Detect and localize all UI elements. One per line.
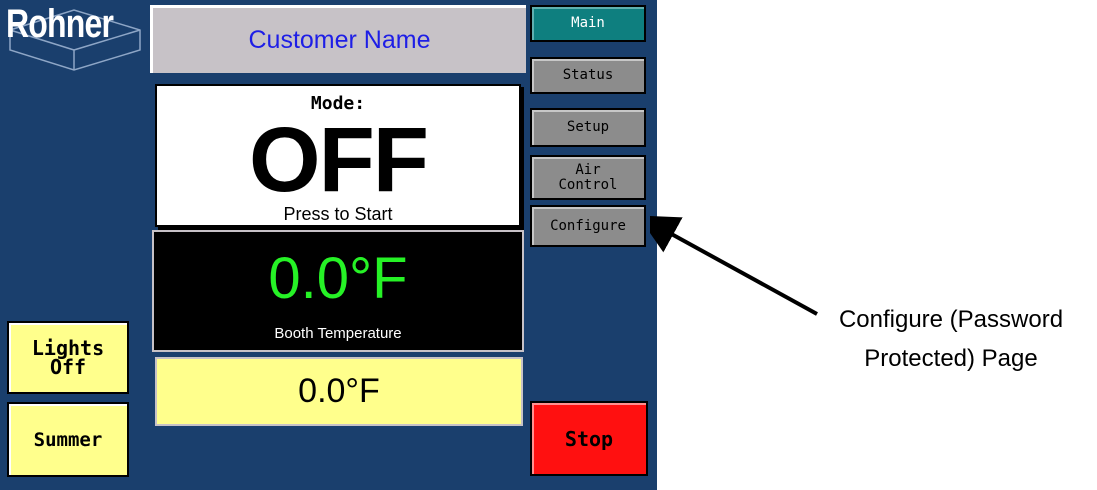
temperature-setpoint-field[interactable]: 0.0°F (155, 357, 523, 426)
mode-start-button[interactable]: Mode: OFF Press to Start (155, 84, 521, 227)
nav-air-control-button[interactable]: Air Control (530, 155, 646, 200)
nav-main-button[interactable]: Main (530, 5, 646, 42)
callout-line2: Protected) Page (864, 345, 1038, 372)
hmi-panel: Rohner Customer Name Mode: OFF Press to … (0, 0, 657, 490)
booth-temperature-value: 0.0°F (268, 246, 408, 311)
rohner-logo: Rohner (0, 0, 148, 72)
air-control-line1: Air (575, 161, 601, 178)
callout-annotation: Configure (Password Protected) Page (806, 300, 1096, 378)
nav-configure-button[interactable]: Configure (530, 205, 646, 247)
nav-status-button[interactable]: Status (530, 57, 646, 94)
customer-name-banner: Customer Name (150, 5, 526, 73)
booth-temperature-label: Booth Temperature (274, 325, 402, 342)
logo-text: Rohner (6, 2, 114, 46)
summer-button[interactable]: Summer (7, 402, 129, 477)
mode-value: OFF (249, 109, 429, 211)
stop-button[interactable]: Stop (530, 401, 648, 476)
nav-setup-button[interactable]: Setup (530, 108, 646, 147)
lights-off-button[interactable]: Lights Off (7, 321, 129, 394)
air-control-line2: Control (558, 176, 618, 193)
lights-line2: Off (49, 354, 87, 379)
booth-temperature-display: 0.0°F Booth Temperature (152, 230, 524, 352)
callout-arrow-icon (650, 215, 818, 316)
mode-hint: Press to Start (283, 204, 393, 224)
callout-line1: Configure (Password (838, 306, 1064, 333)
